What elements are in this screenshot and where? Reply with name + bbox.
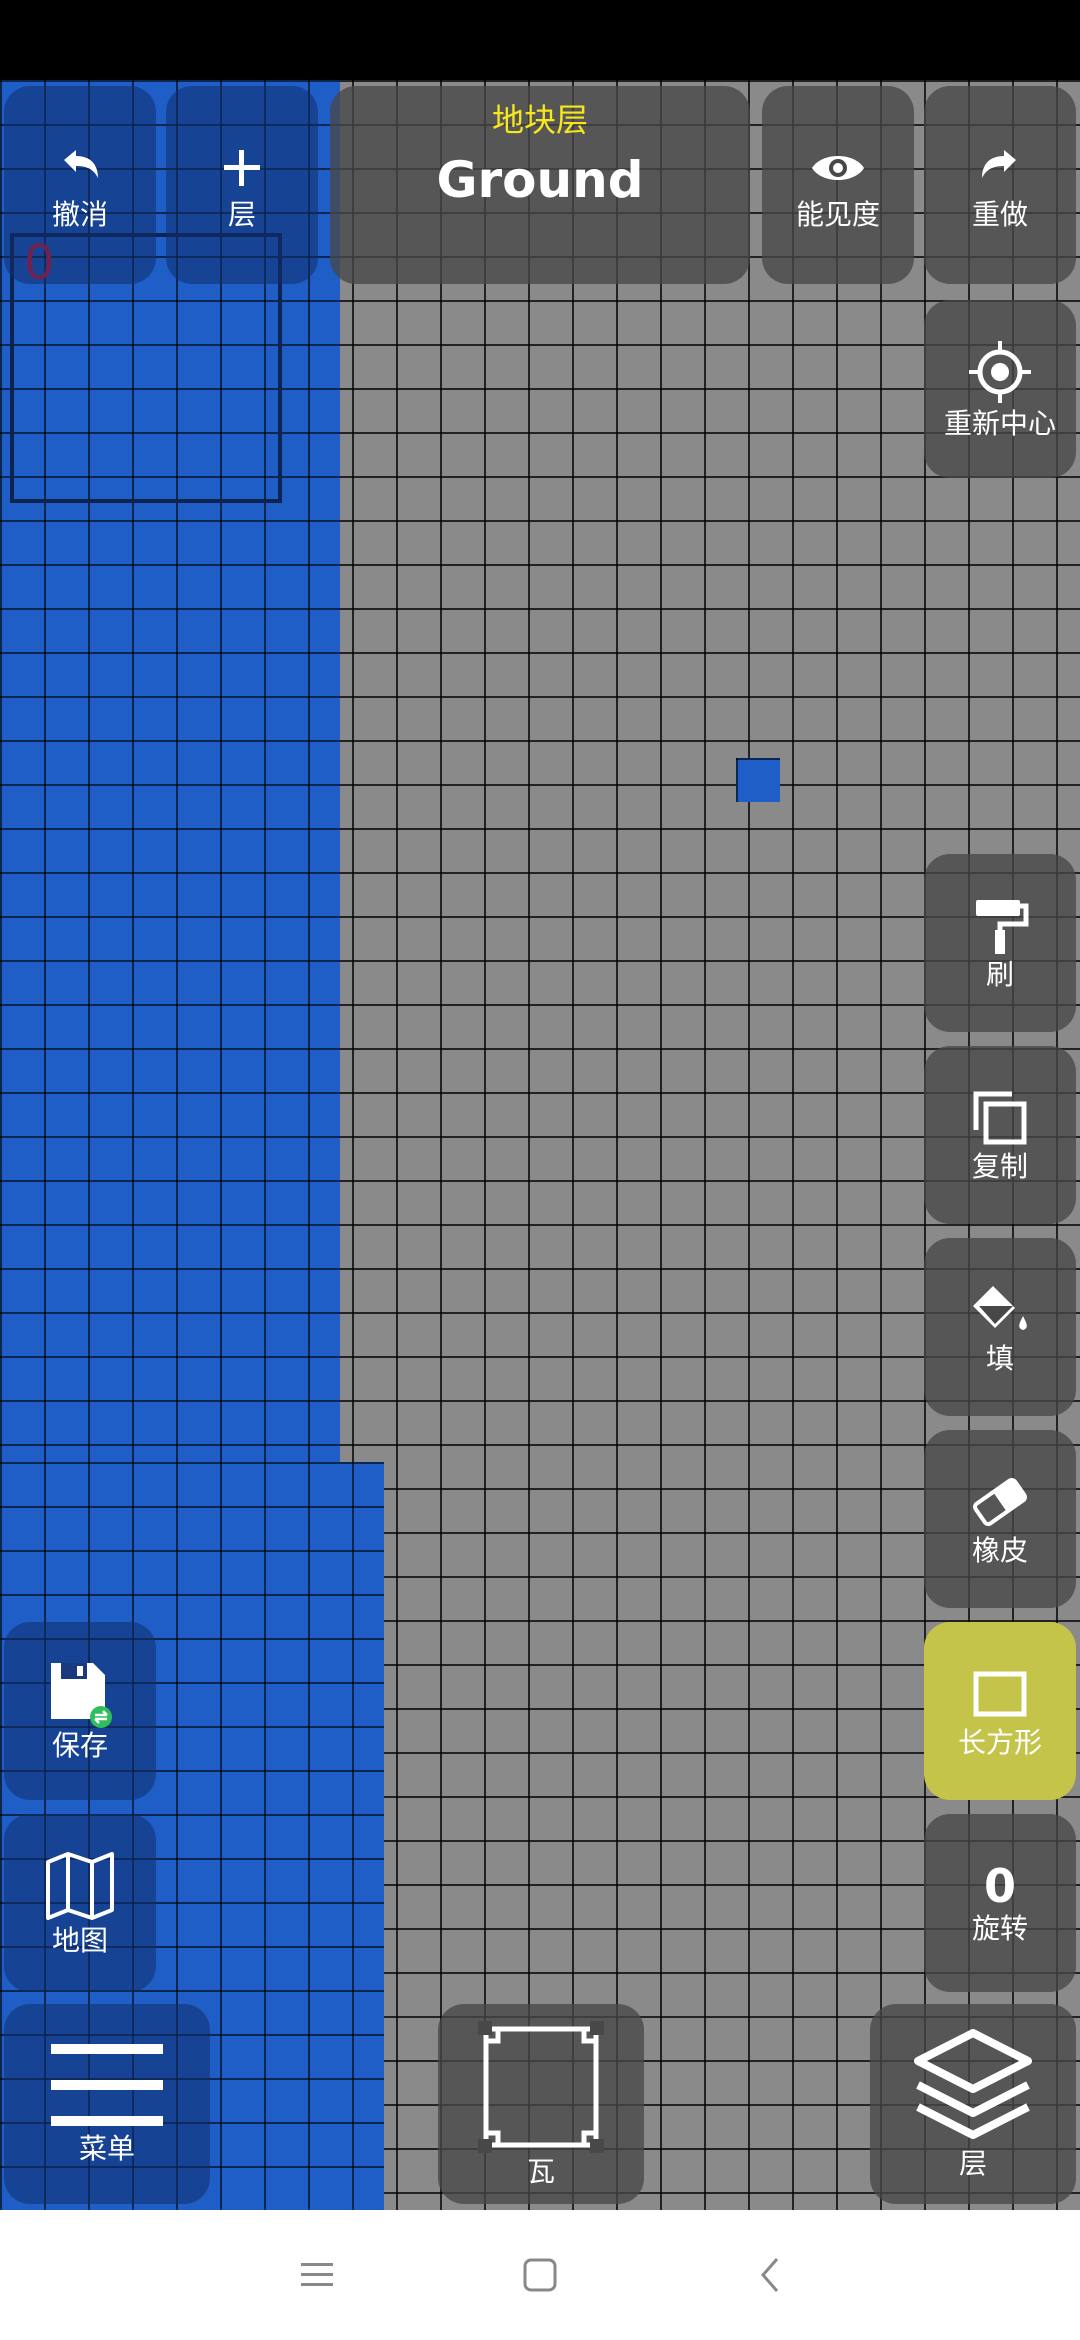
eraser-tool-button[interactable]: 橡皮 — [924, 1430, 1076, 1608]
copy-icon — [968, 1086, 1032, 1150]
layers-label: 层 — [958, 2147, 987, 2180]
eraser-label: 橡皮 — [971, 1534, 1028, 1567]
save-button[interactable]: 保存 — [4, 1622, 156, 1800]
recent-apps-button[interactable] — [287, 2245, 347, 2305]
layer-caption: 地块层 — [491, 101, 588, 139]
paint-roller-icon — [968, 894, 1032, 958]
save-label: 保存 — [51, 1729, 108, 1762]
redo-icon — [970, 138, 1030, 198]
eraser-icon — [968, 1470, 1032, 1534]
redo-button[interactable]: 重做 — [924, 86, 1076, 284]
fill-tool-button[interactable]: 填 — [924, 1238, 1076, 1416]
visibility-button[interactable]: 能见度 — [762, 86, 914, 284]
rectangle-label: 长方形 — [957, 1726, 1042, 1759]
rectangle-tool-button[interactable]: 长方形 — [924, 1622, 1076, 1800]
map-button[interactable]: 地图 — [4, 1814, 156, 1992]
rotate-label: 旋转 — [971, 1912, 1028, 1945]
rectangle-icon — [968, 1662, 1032, 1726]
undo-button[interactable]: 撤消 — [4, 86, 156, 284]
undo-label: 撤消 — [51, 198, 108, 231]
floppy-sync-icon — [45, 1659, 115, 1729]
eye-icon — [808, 138, 868, 198]
redo-label: 重做 — [971, 198, 1028, 231]
tile-picker-button[interactable]: 瓦 — [438, 2004, 644, 2204]
crosshair-icon — [965, 337, 1035, 407]
home-icon — [522, 2257, 558, 2293]
status-bar — [0, 0, 1080, 80]
undo-icon — [50, 138, 110, 198]
layers-button[interactable]: 层 — [870, 2004, 1076, 2204]
system-navigation-bar — [0, 2210, 1080, 2340]
add-layer-button[interactable]: 层 — [166, 86, 318, 284]
tile-outline-icon — [476, 2019, 606, 2155]
brush-tool-button[interactable]: 刷 — [924, 854, 1076, 1032]
rotation-value: 0 — [983, 1859, 1016, 1913]
fill-label: 填 — [985, 1342, 1014, 1375]
menu-button[interactable]: 菜单 — [4, 2004, 210, 2204]
add-layer-label: 层 — [227, 198, 256, 231]
rotate-button[interactable]: 0 旋转 — [924, 1814, 1076, 1992]
layer-name: Ground — [436, 151, 644, 209]
visibility-label: 能见度 — [795, 198, 880, 231]
back-icon — [755, 2255, 785, 2295]
recenter-label: 重新中心 — [943, 407, 1056, 440]
layers-icon — [908, 2027, 1038, 2147]
recenter-button[interactable]: 重新中心 — [924, 300, 1076, 478]
paint-bucket-icon — [965, 1278, 1035, 1342]
current-layer-display[interactable]: 地块层 Ground — [330, 86, 750, 284]
home-button[interactable] — [510, 2245, 570, 2305]
copy-tool-button[interactable]: 复制 — [924, 1046, 1076, 1224]
copy-label: 复制 — [971, 1150, 1028, 1183]
map-label: 地图 — [51, 1924, 108, 1957]
plus-icon — [212, 138, 272, 198]
menu-label: 菜单 — [78, 2132, 135, 2165]
map-icon — [42, 1848, 118, 1924]
back-button[interactable] — [740, 2245, 800, 2305]
hamburger-icon — [49, 2042, 165, 2132]
tile-label: 瓦 — [526, 2155, 555, 2188]
recent-apps-icon — [299, 2260, 335, 2290]
water-tile — [736, 758, 780, 802]
brush-label: 刷 — [985, 958, 1014, 991]
